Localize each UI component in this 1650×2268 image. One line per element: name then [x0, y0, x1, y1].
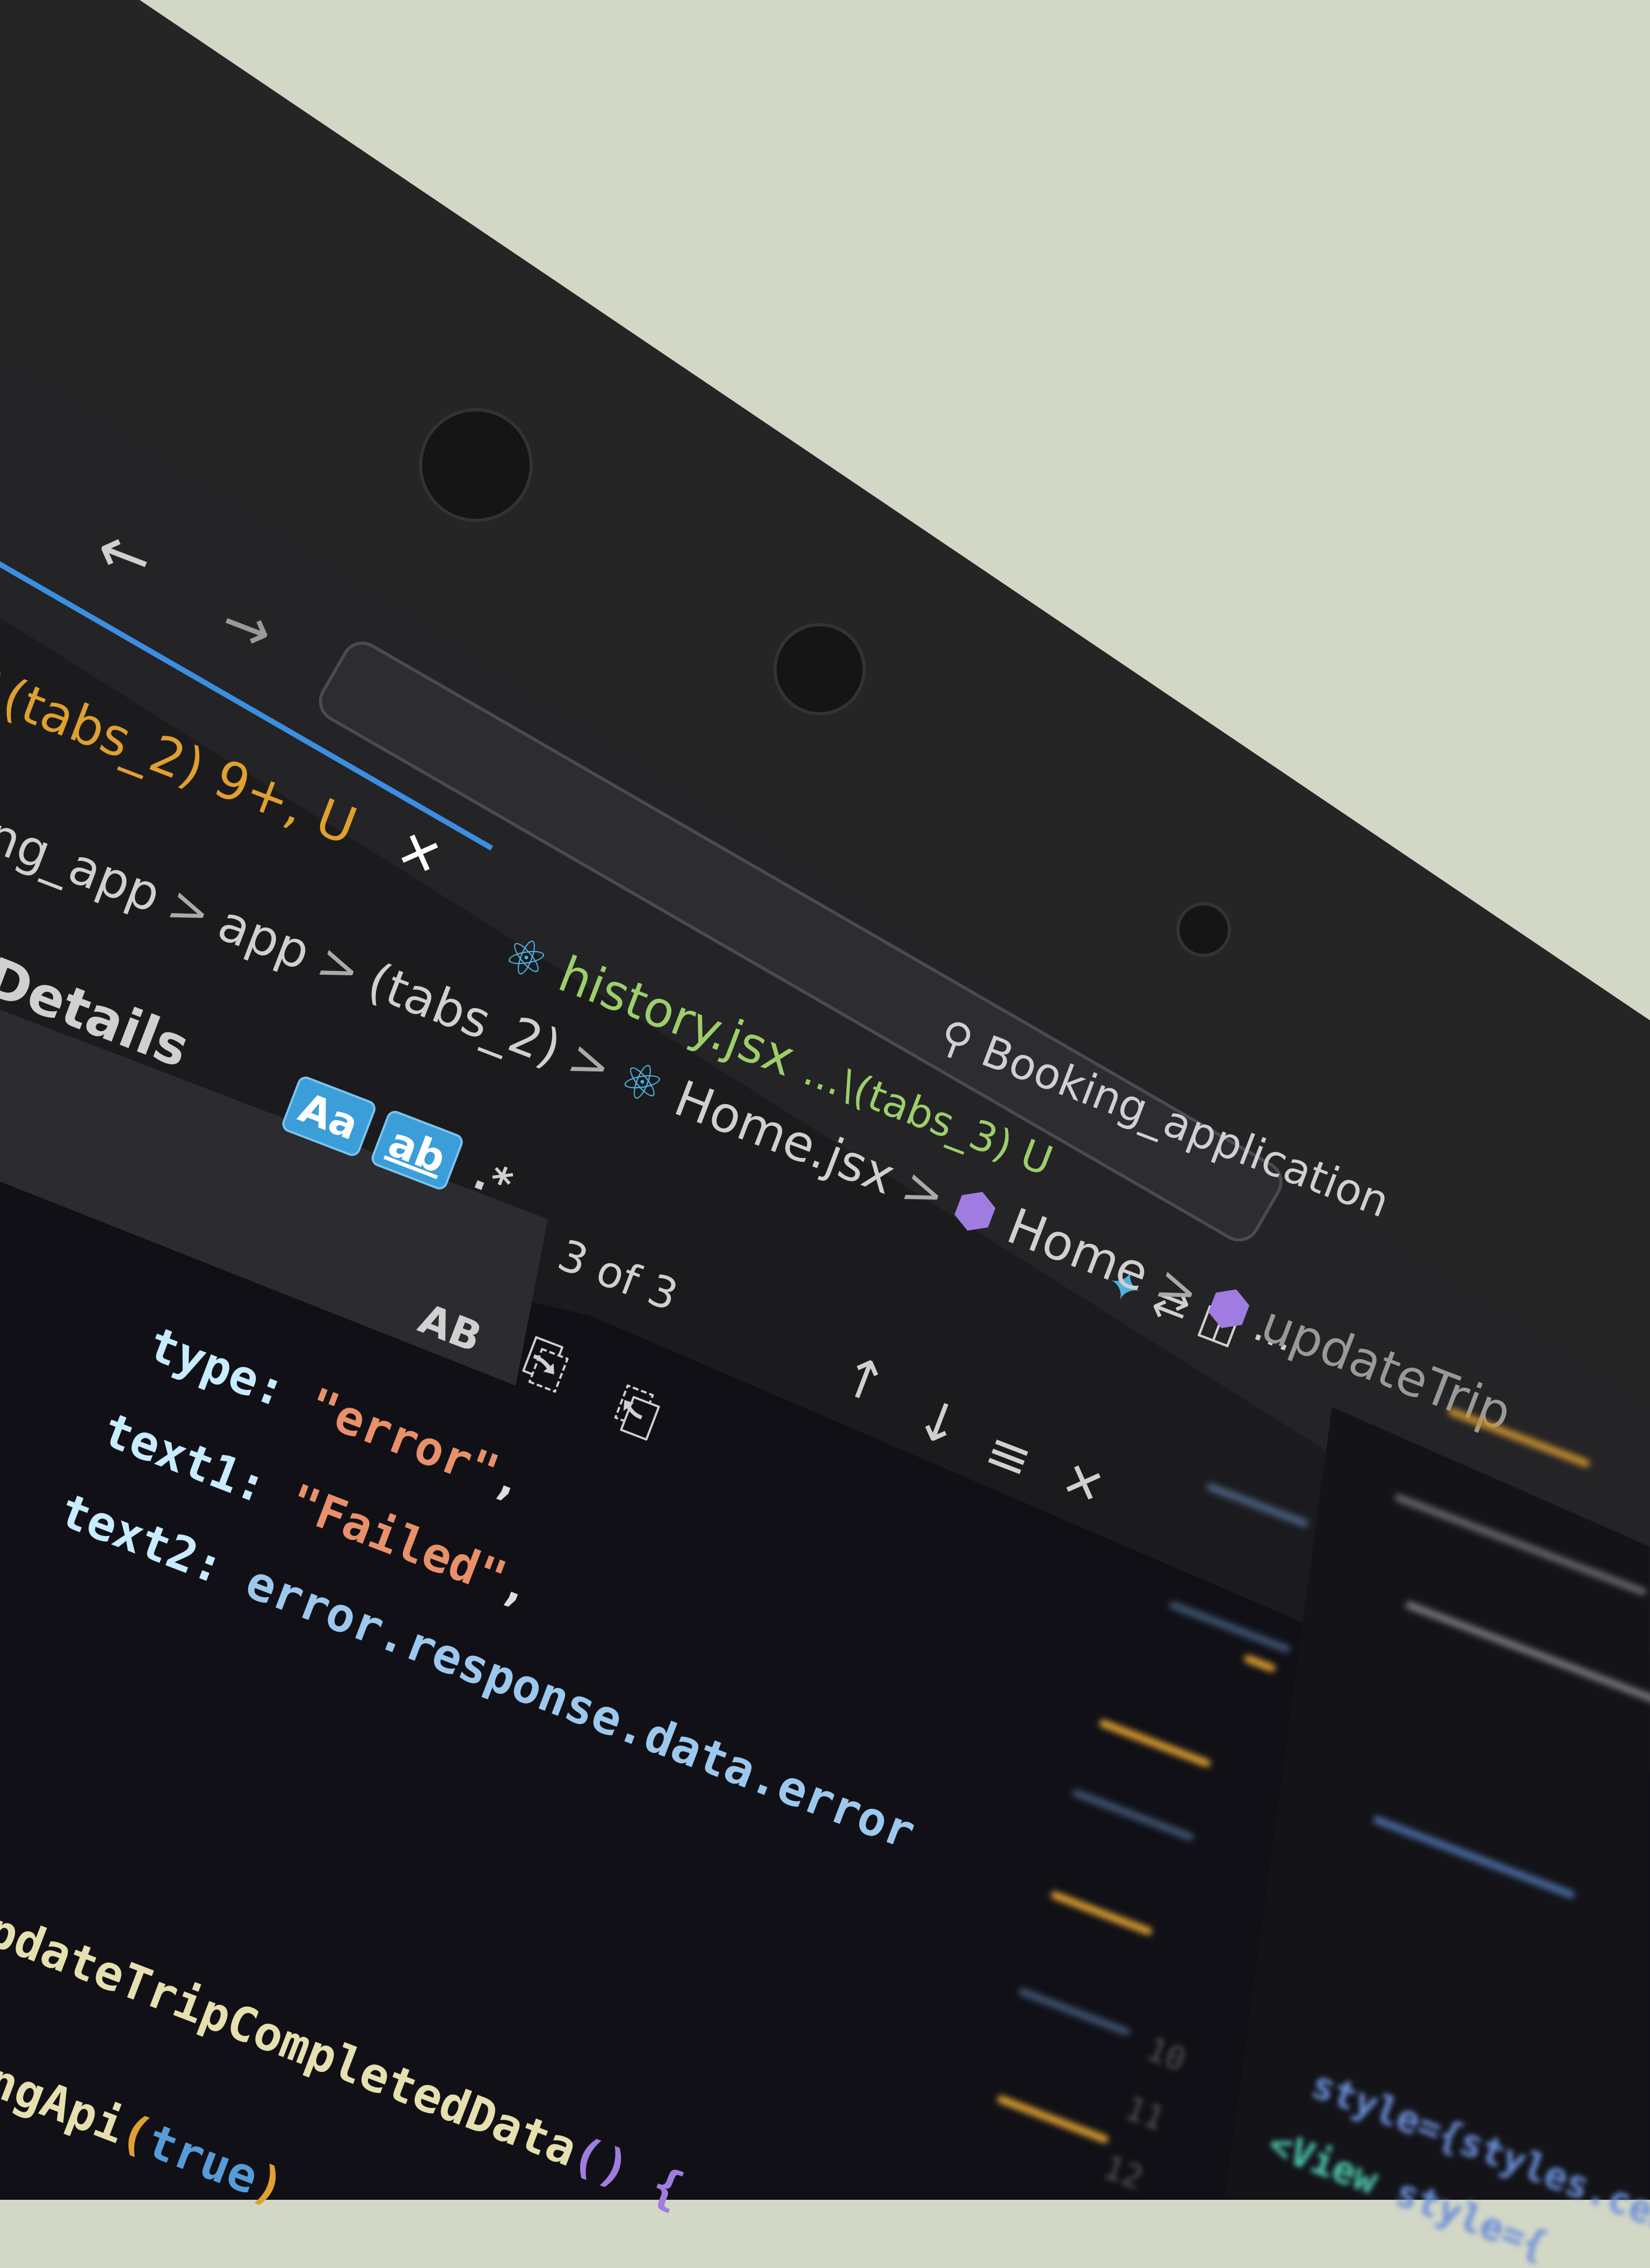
- webcam-sensor: [773, 623, 866, 715]
- ambient-sensor: [1176, 902, 1231, 957]
- webcam-lens: [419, 408, 533, 522]
